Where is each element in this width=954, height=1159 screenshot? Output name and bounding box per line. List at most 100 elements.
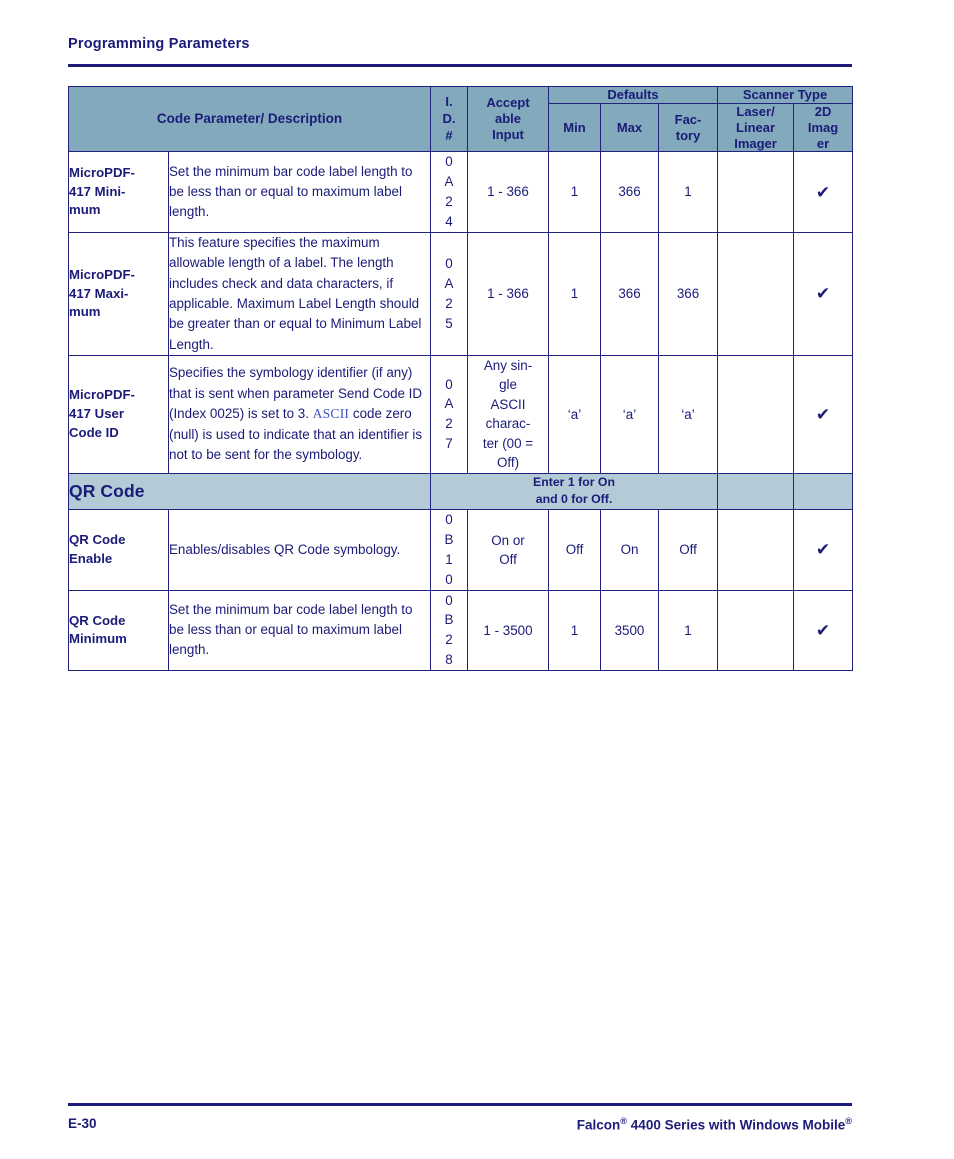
param-line-1: MicroPDF- <box>69 387 135 403</box>
table-row: QR Code Minimum Set the minimum bar code… <box>68 589 854 671</box>
footer-page-number: E-30 <box>68 1116 97 1131</box>
header-laser-linear-imager: Laser/ Linear Imager <box>717 102 795 153</box>
table-row: MicroPDF- 417 User Code ID Specifies the… <box>68 355 854 474</box>
header-factory-line-2: tory <box>675 127 701 143</box>
param-line-2: 417 User <box>69 405 124 421</box>
id-char-3: 2 <box>445 632 453 648</box>
section-note: Enter 1 for On and 0 for Off. <box>429 472 719 511</box>
acceptable-line-2: gle <box>499 377 517 393</box>
running-head: Programming Parameters <box>68 36 250 52</box>
row-id-number: 0 A 2 4 <box>430 151 468 233</box>
parameters-table-wrapper: Code Parameter/ Description I. D. # Acce… <box>68 85 854 671</box>
registered-trademark-icon: ® <box>845 1116 852 1126</box>
table-row: QR Code Enable Enables/disables QR Code … <box>68 509 854 591</box>
footer-title-part-1: Falcon <box>576 1117 621 1133</box>
id-char-2: A <box>444 276 454 292</box>
row-default-factory: Off <box>657 509 719 591</box>
param-line-1: QR Code <box>69 532 126 548</box>
document-page: Programming Parameters Code Parameter/ D… <box>0 0 954 1159</box>
row-default-max: ‘a’ <box>600 355 659 474</box>
footer-rule <box>68 1103 852 1106</box>
header-laser-line-1: Laser/ <box>736 103 775 119</box>
table-head: Code Parameter/ Description I. D. # Acce… <box>68 85 854 153</box>
row-description: This feature specifies the maximum allow… <box>168 231 431 357</box>
row-description: Set the minimum bar code label length to… <box>168 151 431 233</box>
row-default-max: 3500 <box>600 589 659 671</box>
row-description: Specifies the symbology identifier (if a… <box>168 355 431 474</box>
param-line-3: mum <box>69 304 101 320</box>
row-description: Enables/disables QR Code symbology. <box>168 509 431 591</box>
row-default-factory: 366 <box>657 231 719 357</box>
row-parameter-name: MicroPDF- 417 Maxi- mum <box>68 231 169 357</box>
acceptable-line-4: charac- <box>485 416 531 432</box>
header-id-line-3: # <box>445 127 453 143</box>
acceptable-line-1: On or <box>491 532 525 548</box>
param-line-2: Enable <box>69 550 113 566</box>
param-line-2: 417 Mini- <box>69 183 126 199</box>
row-2d-imager-checkmark-icon: ✔ <box>793 231 854 357</box>
ascii-cross-reference-link[interactable]: ASCII <box>313 406 350 421</box>
header-min: Min <box>548 102 601 153</box>
section-note-line-2: and 0 for Off. <box>535 492 613 507</box>
row-parameter-name: QR Code Minimum <box>68 589 169 671</box>
header-defaults-group: Defaults <box>547 86 719 104</box>
row-2d-imager-checkmark-icon: ✔ <box>793 509 854 591</box>
header-acceptable-input: Accept able Input <box>467 85 549 153</box>
header-acceptable-line-2: able <box>494 111 521 127</box>
header-factory-line-1: Fac- <box>674 111 702 127</box>
header-2d-line-3: er <box>816 135 830 151</box>
param-line-1: MicroPDF- <box>69 164 135 180</box>
acceptable-line-6: Off) <box>496 455 520 471</box>
id-char-4: 5 <box>445 315 453 331</box>
row-laser-linear-imager <box>717 231 795 357</box>
id-char-1: 0 <box>445 256 453 272</box>
row-id-number: 0 A 2 7 <box>430 355 468 474</box>
section-laser-linear-imager <box>717 472 795 511</box>
id-char-2: A <box>444 174 454 190</box>
row-id-number: 0 B 1 0 <box>430 509 468 591</box>
row-default-max: 366 <box>600 231 659 357</box>
footer-document-title: Falcon® 4400 Series with Windows Mobile® <box>577 1116 852 1133</box>
param-line-2: Minimum <box>69 631 127 647</box>
row-default-factory: 1 <box>657 151 719 233</box>
row-parameter-name: MicroPDF- 417 User Code ID <box>68 355 169 474</box>
id-char-3: 2 <box>445 416 453 432</box>
row-default-factory: ‘a’ <box>657 355 719 474</box>
header-acceptable-line-1: Accept <box>486 95 530 111</box>
row-2d-imager-checkmark-icon: ✔ <box>793 589 854 671</box>
header-2d-line-2: Imag <box>807 119 839 135</box>
acceptable-line-2: Off <box>499 551 517 567</box>
row-2d-imager-checkmark-icon: ✔ <box>793 151 854 233</box>
header-code-parameter-description: Code Parameter/ Description <box>68 85 431 153</box>
section-2d-imager <box>793 472 854 511</box>
running-head-rule <box>68 64 852 67</box>
row-default-factory: 1 <box>657 589 719 671</box>
header-id-line-2: D. <box>442 110 456 126</box>
row-description: Set the minimum bar code label length to… <box>168 589 431 671</box>
id-char-4: 8 <box>445 652 453 668</box>
header-2d-imager: 2D Imag er <box>793 102 854 153</box>
id-char-2: A <box>444 396 454 412</box>
id-char-1: 0 <box>445 512 453 528</box>
row-id-number: 0 B 2 8 <box>430 589 468 671</box>
header-laser-line-3: Imager <box>734 135 777 151</box>
row-acceptable-input: 1 - 3500 <box>467 589 549 671</box>
row-default-min: 1 <box>548 151 601 233</box>
section-title-qr-code: QR Code <box>68 472 431 511</box>
id-char-3: 2 <box>445 295 453 311</box>
table-header-row-1: Code Parameter/ Description I. D. # Acce… <box>68 85 854 153</box>
acceptable-line-1: Any sin- <box>483 358 533 373</box>
row-acceptable-input: 1 - 366 <box>467 151 549 233</box>
header-id-line-1: I. <box>445 94 453 110</box>
id-char-2: B <box>444 612 454 628</box>
table-row: MicroPDF- 417 Maxi- mum This feature spe… <box>68 231 854 357</box>
section-note-line-1: Enter 1 for On <box>533 474 616 489</box>
row-default-min: 1 <box>548 589 601 671</box>
row-default-min: ‘a’ <box>548 355 601 474</box>
header-factory: Fac- tory <box>657 102 719 153</box>
table-body: MicroPDF- 417 Mini- mum Set the minimum … <box>68 151 854 671</box>
row-laser-linear-imager <box>717 589 795 671</box>
header-id-number: I. D. # <box>430 85 468 153</box>
id-char-1: 0 <box>445 154 453 170</box>
id-char-2: B <box>444 532 454 548</box>
